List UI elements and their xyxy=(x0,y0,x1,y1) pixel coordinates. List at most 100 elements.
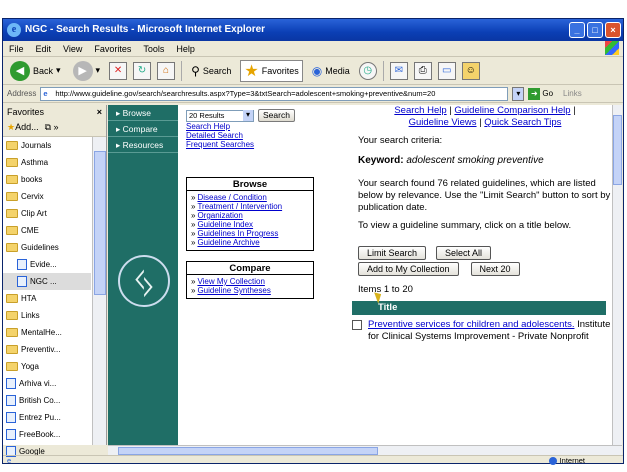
close-pane-icon[interactable]: × xyxy=(97,105,102,119)
favorites-item[interactable]: books xyxy=(3,171,91,188)
search-help-link[interactable]: Search Help xyxy=(186,122,316,131)
close-button[interactable]: × xyxy=(605,22,621,38)
back-button[interactable]: ◀ Back ▾ xyxy=(7,60,64,82)
favorites-item[interactable]: Clip Art xyxy=(3,205,91,222)
folder-icon xyxy=(6,362,18,371)
favorites-item[interactable]: Asthma xyxy=(3,154,91,171)
nav-browse[interactable]: Browse xyxy=(108,105,178,121)
result-title-link[interactable]: Preventive services for children and ado… xyxy=(368,319,574,330)
favorites-list: Journals Asthma books Cervix Clip Art CME Guid… xyxy=(3,137,91,460)
refresh-icon[interactable]: ↻ xyxy=(133,61,152,80)
browse-link[interactable]: » Treatment / Intervention xyxy=(191,202,309,211)
menu-file[interactable]: File xyxy=(9,41,24,56)
compare-link[interactable]: » Guideline Syntheses xyxy=(191,286,309,295)
menu-tools[interactable]: Tools xyxy=(143,41,164,56)
comparison-help-link[interactable]: Guideline Comparison Help xyxy=(454,105,570,116)
bullet-icon: » xyxy=(191,286,196,295)
nav-compare[interactable]: Compare xyxy=(108,121,178,137)
add-to-collection-button[interactable]: Add to My Collection xyxy=(358,262,459,276)
print-icon[interactable]: ⎙ xyxy=(413,61,432,80)
detailed-search-link[interactable]: Detailed Search xyxy=(186,131,316,140)
result-checkbox[interactable] xyxy=(352,320,362,330)
search-button[interactable]: ⚲ Search xyxy=(188,60,234,82)
browse-link-label: Guideline Index xyxy=(197,220,254,229)
toolbar-separator xyxy=(382,60,384,81)
guideline-views-link[interactable]: Guideline Views xyxy=(409,117,477,128)
favorites-item[interactable]: British Co... xyxy=(3,392,91,409)
page-scroll-thumb[interactable] xyxy=(613,115,622,185)
favorites-item[interactable]: MentalHe... xyxy=(3,324,91,341)
results-found-text: Your search found 76 related guidelines,… xyxy=(358,178,611,213)
favorites-item[interactable]: Yoga xyxy=(3,358,91,375)
home-icon[interactable]: ⌂ xyxy=(157,61,176,80)
menu-bar: File Edit View Favorites Tools Help xyxy=(3,41,623,57)
limit-search-button[interactable]: Limit Search xyxy=(358,246,427,260)
address-dropdown-icon[interactable]: ▾ xyxy=(512,86,525,101)
organize-icon[interactable]: ⧉ » xyxy=(45,122,59,133)
menu-favorites[interactable]: Favorites xyxy=(94,41,131,56)
links-label[interactable]: Links xyxy=(563,89,582,98)
quick-search-tips-link[interactable]: Quick Search Tips xyxy=(484,117,561,128)
maximize-button[interactable]: □ xyxy=(587,22,603,38)
favorites-item-label: Arhiva vi... xyxy=(19,379,57,388)
page-vertical-scrollbar[interactable] xyxy=(612,105,622,445)
favorites-item[interactable]: HTA xyxy=(3,290,91,307)
page-content: Browse Compare Resources ᛃ 20 Results Se… xyxy=(108,105,622,445)
favorites-item[interactable]: Preventiv... xyxy=(3,341,91,358)
browse-link[interactable]: » Organization xyxy=(191,211,309,220)
minimize-button[interactable]: _ xyxy=(569,22,585,38)
select-all-button[interactable]: Select All xyxy=(436,246,492,260)
page-hscroll-thumb[interactable] xyxy=(118,447,378,455)
history-icon[interactable]: ◷ xyxy=(358,61,377,80)
folder-icon xyxy=(6,158,18,167)
frequent-searches-link[interactable]: Frequent Searches xyxy=(186,140,316,149)
favorites-item[interactable]: Links xyxy=(3,307,91,324)
add-favorite-button[interactable]: ★Add... xyxy=(7,122,39,133)
browser-window: e NGC - Search Results - Microsoft Inter… xyxy=(2,18,624,465)
status-bar: e Internet xyxy=(3,455,623,465)
results-count-select[interactable]: 20 Results xyxy=(186,109,254,122)
favorites-item[interactable]: NGC ... xyxy=(3,273,91,290)
stop-icon[interactable]: ✕ xyxy=(109,61,128,80)
browse-link-label: Disease / Condition xyxy=(197,193,267,202)
back-arrow-icon: ◀ xyxy=(10,60,30,81)
favorites-item[interactable]: Evide... xyxy=(3,256,91,273)
criteria-label: Your search criteria: xyxy=(358,135,443,146)
favorites-item[interactable]: Entrez Pu... xyxy=(3,409,91,426)
search-submit-button[interactable]: Search xyxy=(258,109,295,122)
forward-button[interactable]: ▶ ▾ xyxy=(70,60,104,82)
bullet-icon: » xyxy=(191,238,196,247)
bullet-icon: » xyxy=(191,277,196,286)
browse-link[interactable]: » Guidelines In Progress xyxy=(191,229,309,238)
browse-link[interactable]: » Guideline Archive xyxy=(191,238,309,247)
next-20-button[interactable]: Next 20 xyxy=(470,262,520,276)
favorites-item[interactable]: Arhiva vi... xyxy=(3,375,91,392)
favorites-item[interactable]: CME xyxy=(3,222,91,239)
favorites-item[interactable]: Journals xyxy=(3,137,91,154)
menu-view[interactable]: View xyxy=(63,41,82,56)
favorites-scroll-thumb[interactable] xyxy=(94,151,106,295)
menu-help[interactable]: Help xyxy=(176,41,195,56)
media-button[interactable]: ◉ Media xyxy=(309,60,353,82)
edit-icon[interactable]: ▭ xyxy=(437,61,456,80)
browse-link[interactable]: » Disease / Condition xyxy=(191,193,309,202)
compare-link[interactable]: » View My Collection xyxy=(191,277,309,286)
result-row: Preventive services for children and ado… xyxy=(352,319,612,343)
messenger-icon[interactable]: ☺ xyxy=(461,61,480,80)
favorites-item-label: CME xyxy=(21,226,39,235)
nav-resources[interactable]: Resources xyxy=(108,137,178,153)
favorites-item[interactable]: FreeBook... xyxy=(3,426,91,443)
browse-link[interactable]: » Guideline Index xyxy=(191,220,309,229)
compare-link-label: View My Collection xyxy=(197,277,265,286)
go-button[interactable]: ➜ Go xyxy=(528,87,553,100)
search-help-top-link[interactable]: Search Help xyxy=(394,105,446,116)
page-horizontal-scrollbar[interactable] xyxy=(108,445,622,455)
favorites-button[interactable]: ★ Favorites xyxy=(240,59,303,82)
favorites-item[interactable]: Guidelines xyxy=(3,239,91,256)
favorites-item[interactable]: Cervix xyxy=(3,188,91,205)
address-input[interactable]: http://www.guideline.gov/search/searchre… xyxy=(40,86,509,101)
menu-edit[interactable]: Edit xyxy=(36,41,52,56)
favorites-scrollbar[interactable] xyxy=(92,137,106,445)
browse-link-label: Organization xyxy=(197,211,243,220)
mail-icon[interactable]: ✉ xyxy=(389,61,408,80)
